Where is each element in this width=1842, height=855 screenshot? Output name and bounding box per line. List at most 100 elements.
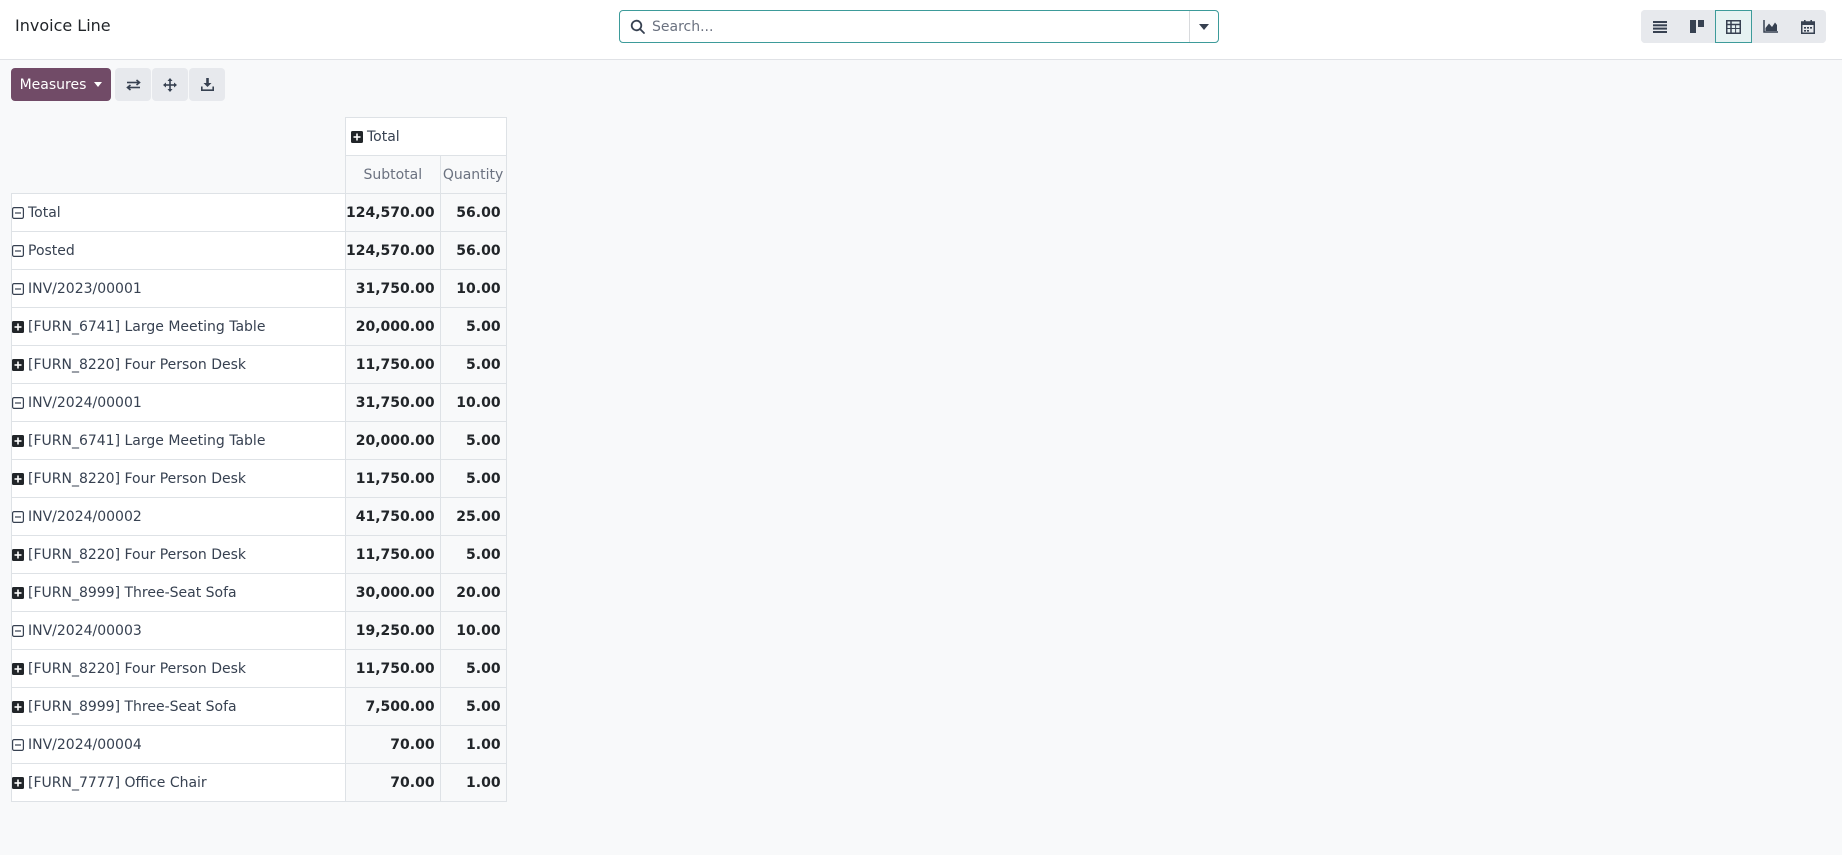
pivot-row-label: INV/2024/00001	[28, 394, 142, 411]
pivot-row: [FURN_8220] Four Person Desk 11,750.00 5.0…	[11, 649, 507, 688]
pivot-cell-quantity[interactable]: 5.00	[439, 421, 507, 460]
pivot-row: [FURN_8220] Four Person Desk 11,750.00 5.0…	[11, 535, 507, 574]
pivot-row: [FURN_8999] Three-Seat Sofa 7,500.00 5.00	[11, 687, 507, 726]
pivot-cell-quantity[interactable]: 56.00	[439, 193, 507, 232]
pivot-cell-subtotal[interactable]: 41,750.00	[345, 497, 441, 536]
pivot-cell-subtotal[interactable]: 11,750.00	[345, 459, 441, 498]
plus-square-icon	[12, 700, 24, 713]
pivot-row-label: [FURN_8220] Four Person Desk	[28, 546, 246, 563]
plus-square-icon	[12, 776, 24, 789]
pivot-row-header[interactable]: INV/2023/00001	[11, 269, 346, 308]
measures-button[interactable]: Measures	[11, 68, 111, 101]
pivot-row-label: INV/2024/00004	[28, 736, 142, 753]
pivot-row-label: [FURN_8999] Three-Seat Sofa	[28, 698, 237, 715]
pivot-row-header[interactable]: Total	[11, 193, 346, 232]
pivot-cell-subtotal[interactable]: 11,750.00	[345, 535, 441, 574]
pivot-cell-subtotal[interactable]: 11,750.00	[345, 649, 441, 688]
pivot-cell-quantity[interactable]: 56.00	[439, 231, 507, 270]
search-options-toggle[interactable]	[1189, 11, 1218, 42]
pivot-cell-subtotal[interactable]: 124,570.00	[345, 193, 441, 232]
plus-square-icon	[12, 548, 24, 561]
pivot-row-header[interactable]: [FURN_6741] Large Meeting Table	[11, 421, 346, 460]
pivot-cell-subtotal[interactable]: 30,000.00	[345, 573, 441, 612]
search-icon	[630, 19, 645, 34]
list-view-button[interactable]	[1641, 10, 1678, 43]
plus-square-icon	[12, 472, 24, 485]
search-input[interactable]	[652, 14, 1186, 39]
pivot-cell-quantity[interactable]: 1.00	[439, 725, 507, 764]
pivot-row-label: [FURN_8220] Four Person Desk	[28, 470, 246, 487]
caret-down-icon	[94, 82, 103, 87]
pivot-row-header[interactable]: INV/2024/00004	[11, 725, 346, 764]
list-view-icon	[1652, 20, 1667, 33]
caret-down-icon	[1199, 23, 1209, 30]
pivot-row-header[interactable]: [FURN_7777] Office Chair	[11, 763, 346, 802]
kanban-view-button[interactable]	[1678, 10, 1715, 43]
pivot-cell-quantity[interactable]: 5.00	[439, 459, 507, 498]
pivot-table: Total Subtotal Quantity Total 124,570.00 5…	[11, 117, 507, 802]
pivot-row-header[interactable]: [FURN_6741] Large Meeting Table	[11, 307, 346, 346]
pivot-row: INV/2023/00001 31,750.00 10.00	[11, 269, 507, 308]
pivot-cell-subtotal[interactable]: 31,750.00	[345, 383, 441, 422]
pivot-row-label: Total	[28, 204, 61, 221]
pivot-row: INV/2024/00001 31,750.00 10.00	[11, 383, 507, 422]
pivot-cell-quantity[interactable]: 10.00	[439, 611, 507, 650]
pivot-cell-subtotal[interactable]: 20,000.00	[345, 307, 441, 346]
pivot-row-label: [FURN_6741] Large Meeting Table	[28, 432, 266, 449]
pivot-cell-quantity[interactable]: 5.00	[439, 535, 507, 574]
pivot-cell-quantity[interactable]: 5.00	[439, 649, 507, 688]
pivot-view-icon	[1726, 19, 1741, 34]
pivot-cell-subtotal[interactable]: 124,570.00	[345, 231, 441, 270]
pivot-cell-subtotal[interactable]: 20,000.00	[345, 421, 441, 460]
pivot-cell-quantity[interactable]: 1.00	[439, 763, 507, 802]
pivot-row-header[interactable]: INV/2024/00003	[11, 611, 346, 650]
calendar-view-button[interactable]	[1789, 10, 1826, 43]
pivot-row-label: INV/2024/00003	[28, 622, 142, 639]
expand-all-button[interactable]	[152, 68, 188, 101]
minus-square-icon	[12, 738, 24, 751]
plus-square-icon	[12, 320, 24, 333]
measure-header-quantity[interactable]: Quantity	[439, 155, 507, 194]
pivot-cell-subtotal[interactable]: 19,250.00	[345, 611, 441, 650]
pivot-row-header[interactable]: [FURN_8999] Three-Seat Sofa	[11, 573, 346, 612]
pivot-cell-subtotal[interactable]: 70.00	[345, 725, 441, 764]
pivot-row: [FURN_6741] Large Meeting Table 20,000.00…	[11, 307, 507, 346]
pivot-row-header[interactable]: [FURN_8220] Four Person Desk	[11, 459, 346, 498]
pivot-row-label: Posted	[28, 242, 75, 259]
pivot-row-header[interactable]: [FURN_8220] Four Person Desk	[11, 649, 346, 688]
pivot-cell-subtotal[interactable]: 70.00	[345, 763, 441, 802]
pivot-row-header[interactable]: INV/2024/00001	[11, 383, 346, 422]
pivot-cell-subtotal[interactable]: 31,750.00	[345, 269, 441, 308]
pivot-cell-subtotal[interactable]: 7,500.00	[345, 687, 441, 726]
pivot-cell-quantity[interactable]: 5.00	[439, 687, 507, 726]
minus-square-icon	[12, 510, 24, 523]
pivot-cell-quantity[interactable]: 20.00	[439, 573, 507, 612]
pivot-cell-quantity[interactable]: 25.00	[439, 497, 507, 536]
graph-view-button[interactable]	[1752, 10, 1789, 43]
pivot-row-label: [FURN_8220] Four Person Desk	[28, 660, 246, 677]
pivot-cell-quantity[interactable]: 10.00	[439, 269, 507, 308]
search-bar	[619, 10, 1219, 43]
pivot-row-header[interactable]: INV/2024/00002	[11, 497, 346, 536]
minus-square-icon	[12, 244, 24, 257]
pivot-cell-quantity[interactable]: 10.00	[439, 383, 507, 422]
flip-axis-button[interactable]	[115, 68, 151, 101]
download-button[interactable]	[189, 68, 225, 101]
measure-header-subtotal[interactable]: Subtotal	[345, 155, 441, 194]
pivot-cell-subtotal[interactable]: 11,750.00	[345, 345, 441, 384]
pivot-row-header[interactable]: Posted	[11, 231, 346, 270]
pivot-row-label: INV/2023/00001	[28, 280, 142, 297]
pivot-row-header[interactable]: [FURN_8220] Four Person Desk	[11, 535, 346, 574]
pivot-row-header[interactable]: [FURN_8220] Four Person Desk	[11, 345, 346, 384]
control-panel: Invoice Line	[0, 0, 1842, 60]
pivot-row: [FURN_7777] Office Chair 70.00 1.00	[11, 763, 507, 802]
pivot-column-header-total[interactable]: Total	[345, 117, 507, 156]
pivot-view-button[interactable]	[1715, 10, 1752, 43]
pivot-corner	[12, 118, 346, 156]
minus-square-icon	[12, 206, 24, 219]
pivot-row: [FURN_6741] Large Meeting Table 20,000.00…	[11, 421, 507, 460]
pivot-row-label: [FURN_8999] Three-Seat Sofa	[28, 584, 237, 601]
pivot-row-header[interactable]: [FURN_8999] Three-Seat Sofa	[11, 687, 346, 726]
pivot-cell-quantity[interactable]: 5.00	[439, 307, 507, 346]
pivot-cell-quantity[interactable]: 5.00	[439, 345, 507, 384]
